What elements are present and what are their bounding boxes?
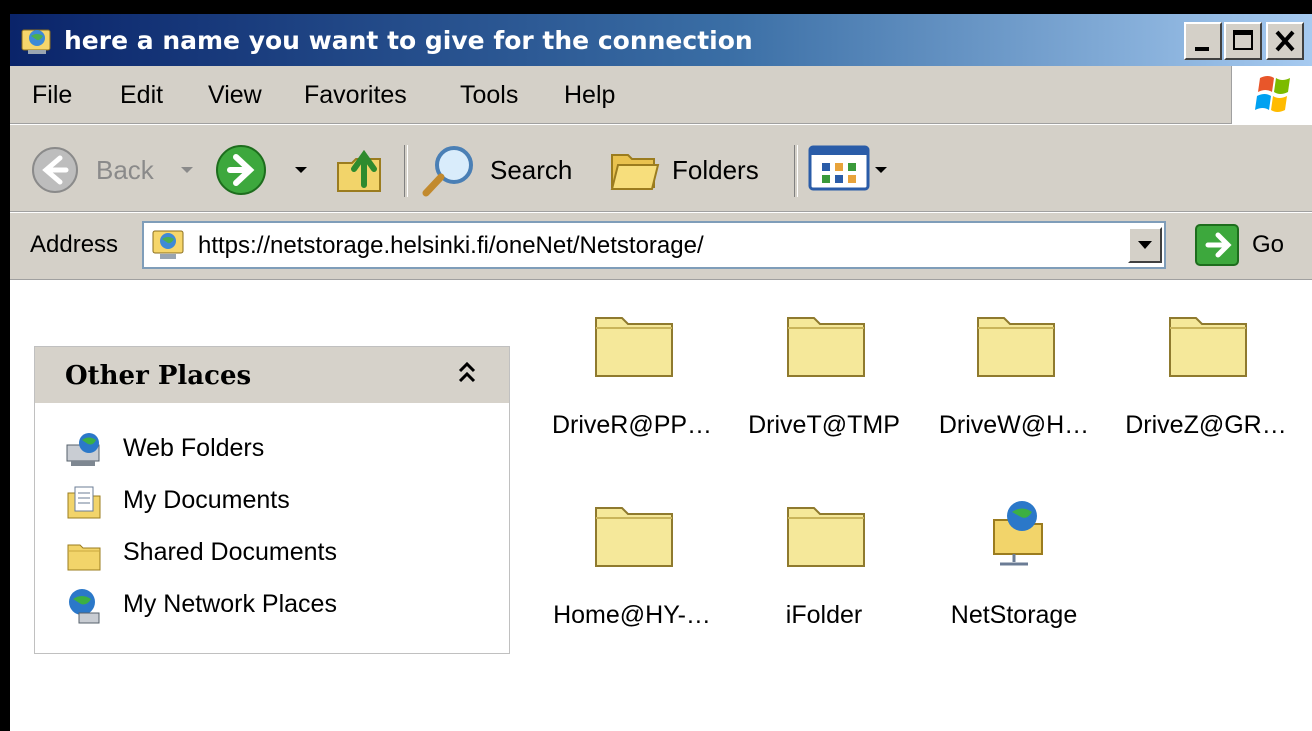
- folder-icon: [67, 544, 101, 571]
- web-folder-app-icon: [20, 24, 54, 58]
- chevron-down-icon: [1138, 241, 1152, 249]
- go-arrow-icon: [1195, 224, 1239, 266]
- chevron-down-icon: [181, 167, 193, 173]
- place-my-network-places[interactable]: My Network Places: [65, 585, 485, 625]
- place-label: My Network Places: [123, 590, 337, 618]
- folder-label: iFolder: [785, 601, 863, 629]
- folder-item[interactable]: Home@HY-…: [542, 498, 722, 629]
- menu-bar: File Edit View Favorites Tools Help: [10, 66, 1312, 124]
- menu-edit[interactable]: Edit: [120, 80, 163, 110]
- folder-icon: [1169, 317, 1247, 377]
- folder-label: DriveZ@GR…: [1125, 411, 1287, 439]
- back-button[interactable]: Back: [30, 145, 200, 195]
- address-dropdown-button[interactable]: [1128, 227, 1162, 263]
- place-web-folders[interactable]: Web Folders: [65, 429, 485, 469]
- explorer-window: here a name you want to give for the con…: [10, 14, 1312, 731]
- folder-item[interactable]: DriveW@H…: [924, 308, 1104, 439]
- folder-label: Home@HY-…: [553, 601, 711, 629]
- windows-logo-icon: [1231, 66, 1312, 124]
- folder-item[interactable]: DriveR@PP…: [542, 308, 722, 439]
- standard-toolbar: Back Search Folders: [10, 124, 1312, 212]
- maximize-button[interactable]: [1224, 22, 1262, 60]
- back-label: Back: [96, 155, 154, 185]
- up-folder-button[interactable]: [332, 141, 392, 197]
- my-documents-icon: [67, 486, 101, 519]
- folder-label: DriveW@H…: [938, 411, 1090, 439]
- back-arrow-icon: [32, 147, 78, 193]
- folders-button[interactable]: Folders: [606, 141, 786, 197]
- close-button[interactable]: [1266, 22, 1304, 60]
- menu-view[interactable]: View: [208, 80, 262, 110]
- chevron-down-icon: [875, 167, 887, 173]
- search-icon: [422, 146, 473, 197]
- address-bar: Address https://netstorage.helsinki.fi/o…: [10, 212, 1312, 280]
- place-label: My Documents: [123, 486, 290, 514]
- forward-arrow-icon: [216, 145, 266, 195]
- go-button[interactable]: Go: [1194, 223, 1304, 269]
- place-label: Web Folders: [123, 434, 265, 462]
- folder-item[interactable]: DriveT@TMP: [734, 308, 914, 439]
- menu-tools[interactable]: Tools: [460, 80, 518, 110]
- forward-button[interactable]: [214, 143, 314, 197]
- title-bar[interactable]: here a name you want to give for the con…: [10, 14, 1312, 66]
- toolbar-separator: [794, 145, 798, 197]
- netstorage-item[interactable]: NetStorage: [924, 498, 1104, 629]
- address-input[interactable]: https://netstorage.helsinki.fi/oneNet/Ne…: [142, 221, 1166, 269]
- address-label: Address: [30, 231, 119, 258]
- other-places-title: Other Places: [65, 361, 252, 391]
- toolbar-separator: [404, 145, 408, 197]
- folder-icon: [595, 507, 673, 567]
- web-folders-icon: [66, 433, 100, 466]
- up-folder-icon: [337, 149, 381, 192]
- views-icon: [808, 145, 870, 191]
- window-title: here a name you want to give for the con…: [64, 26, 753, 55]
- folder-content-area: Other Places Web Folders My Documents Sh…: [10, 280, 1312, 731]
- folder-label: DriveR@PP…: [551, 411, 713, 439]
- place-shared-documents[interactable]: Shared Documents: [65, 533, 485, 573]
- network-folder-icon: [993, 501, 1043, 566]
- network-places-icon: [69, 589, 100, 624]
- menu-help[interactable]: Help: [564, 80, 615, 110]
- folder-label: DriveT@TMP: [748, 411, 900, 439]
- chevron-down-icon: [295, 167, 307, 173]
- folder-icon: [977, 317, 1055, 377]
- folders-label: Folders: [672, 155, 759, 185]
- folders-icon: [610, 154, 660, 190]
- other-places-panel: Other Places Web Folders My Documents Sh…: [34, 346, 510, 654]
- minimize-button[interactable]: [1184, 22, 1222, 60]
- web-folder-icon: [152, 230, 184, 259]
- views-button[interactable]: [808, 145, 898, 195]
- folder-icon: [787, 317, 865, 377]
- folder-icon: [595, 317, 673, 377]
- menu-file[interactable]: File: [32, 80, 72, 110]
- place-label: Shared Documents: [123, 538, 338, 566]
- menu-favorites[interactable]: Favorites: [304, 80, 407, 110]
- place-my-documents[interactable]: My Documents: [65, 481, 485, 521]
- collapse-chevron-icon[interactable]: [455, 359, 479, 389]
- folder-label: NetStorage: [950, 601, 1078, 629]
- search-label: Search: [490, 155, 573, 185]
- folder-item[interactable]: iFolder: [734, 498, 914, 629]
- go-label: Go: [1252, 231, 1285, 258]
- other-places-header[interactable]: Other Places: [35, 347, 509, 403]
- search-button[interactable]: Search: [420, 141, 600, 197]
- folder-item[interactable]: DriveZ@GR…: [1116, 308, 1296, 439]
- address-url: https://netstorage.helsinki.fi/oneNet/Ne…: [198, 232, 704, 259]
- folder-icon: [787, 507, 865, 567]
